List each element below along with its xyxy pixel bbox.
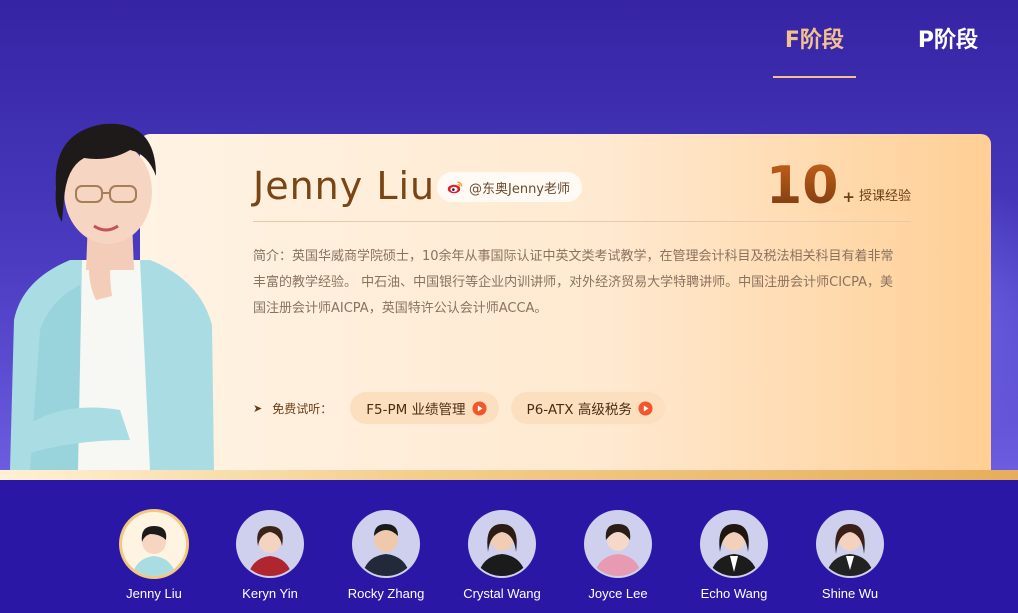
card-divider [253,221,911,222]
avatar [584,510,652,578]
teacher-avatar-name: Rocky Zhang [347,586,425,601]
experience-plus: + [842,188,855,206]
avatar [352,510,420,578]
teacher-avatar-name: Shine Wu [821,586,879,601]
teacher-avatar-name: Jenny Liu [126,586,182,601]
trial-course-label: F5-PM 业绩管理 [366,402,466,418]
teacher-avatar-keryn-yin[interactable]: Keryn Yin [215,510,325,601]
teacher-avatar-jenny-liu[interactable]: Jenny Liu [99,510,209,601]
weibo-badge[interactable]: @东奥Jenny老师 [437,172,583,202]
weibo-icon [447,181,463,194]
teacher-avatar-name: Crystal Wang [463,586,541,601]
teacher-avatar-name: Joyce Lee [588,586,648,601]
avatar [816,510,884,578]
play-icon [638,400,653,416]
tab-f-stage[interactable]: F阶段 [772,22,856,78]
trial-label: 免费试听： [272,401,333,416]
teacher-avatar-crystal-wang[interactable]: Crystal Wang [447,510,557,601]
teacher-avatar-rocky-zhang[interactable]: Rocky Zhang [331,510,441,601]
avatar [468,510,536,578]
teacher-avatar-row: Jenny Liu Keryn Yin Rocky Zhang Crystal … [0,480,1018,613]
trial-course-f5-button[interactable]: F5-PM 业绩管理 [350,392,499,424]
free-trial-row: ➤ 免费试听： F5-PM 业绩管理 P6-ATX 高级税务 [253,392,677,424]
avatar-portrait-icon [594,524,642,576]
teacher-name: Jenny Liu [253,164,436,208]
teacher-photo [10,123,214,470]
weibo-handle: @东奥Jenny老师 [469,181,571,197]
avatar-portrait-icon [132,526,176,576]
arrow-right-icon: ➤ [253,401,263,415]
experience-stat: 10 + 授课经验 [766,160,911,212]
avatar [236,510,304,578]
avatar-portrait-icon [248,526,292,576]
avatar-portrait-icon [826,524,874,576]
trial-course-label: P6-ATX 高级税务 [526,402,632,418]
tab-p-stage[interactable]: P阶段 [912,22,984,54]
stage-tabs: F阶段 P阶段 [772,22,984,78]
experience-years: 10 [766,156,839,216]
avatar-portrait-icon [478,524,526,576]
trial-course-p6-button[interactable]: P6-ATX 高级税务 [510,392,665,424]
play-icon [472,400,487,416]
teacher-avatar-echo-wang[interactable]: Echo Wang [679,510,789,601]
avatar-portrait-icon [710,524,758,576]
teacher-avatar-shine-wu[interactable]: Shine Wu [795,510,905,601]
teacher-avatar-name: Keryn Yin [242,586,298,601]
teacher-card: Jenny Liu @东奥Jenny老师 10 + 授课经验 简介：英国华威商学… [140,134,991,470]
avatar [700,510,768,578]
teacher-avatar-name: Echo Wang [700,586,768,601]
hero-section: F阶段 P阶段 Jenny Liu @东奥Jenny老师 10 + 授课经验 简… [0,0,1018,470]
teacher-intro: 简介：英国华威商学院硕士，10余年从事国际认证中英文类考试教学，在管理会计科目及… [253,249,894,316]
teacher-avatar-joyce-lee[interactable]: Joyce Lee [563,510,673,601]
gold-divider-band [0,470,1018,480]
avatar-portrait-icon [362,524,410,576]
experience-label: 授课经验 [858,189,911,204]
avatar [120,510,188,578]
